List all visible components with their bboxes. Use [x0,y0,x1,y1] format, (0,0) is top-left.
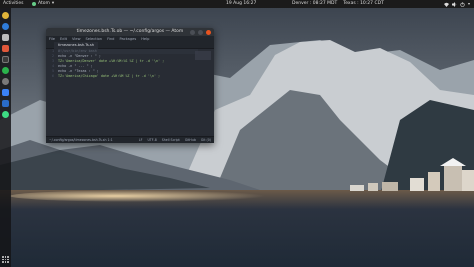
atom-app-icon [32,2,36,6]
minimize-button[interactable] [190,29,195,35]
code-content[interactable]: #!/usr/bin/env bash echo -n "Denver : " … [58,49,198,79]
close-button[interactable] [206,29,211,35]
status-bar: ~/.config/argos/timezones.bsh.Ts.sh 1:1 … [46,136,214,143]
tab-timezones[interactable]: timezones.bsh.Ts.sh [54,42,98,49]
chevron-down-icon: ▾ [51,1,55,6]
status-file-path[interactable]: ~/.config/argos/timezones.bsh.Ts.sh 1:1 [49,138,113,142]
spotify-icon[interactable] [2,67,9,74]
firefox-icon[interactable] [2,23,9,30]
android-icon[interactable] [2,111,9,118]
clock[interactable]: 19 Aug 16:27 [226,0,256,8]
status-grammar[interactable]: Shell Script [162,137,180,143]
settings-icon[interactable] [2,78,9,85]
status-encoding[interactable]: UTF-8 [147,137,156,143]
app-menu[interactable]: Atom ▾ [32,0,54,8]
code-editor[interactable]: 1 2 3 4 5 6 #!/usr/bin/env bash echo -n … [46,49,214,134]
software-icon[interactable] [2,45,9,52]
dock [0,8,11,267]
status-git[interactable]: Git (0) [201,137,211,143]
chrome-icon[interactable] [2,12,9,19]
menu-arrow-icon[interactable]: ▾ [468,0,470,8]
maximize-button[interactable] [198,29,203,35]
power-icon[interactable] [460,1,465,7]
code-line: TZ='America/Chicago' date +%H:%M %Z | tr… [58,74,161,78]
volume-icon[interactable] [451,1,457,7]
status-line-ending[interactable]: LF [139,137,143,143]
status-github[interactable]: GitHub [185,137,196,143]
minimap[interactable] [195,51,211,60]
terminal-icon[interactable] [2,56,9,63]
app-menu-label: Atom [38,1,50,6]
line-number: 6 [51,74,54,78]
tab-label: timezones.bsh.Ts.sh [58,43,95,47]
vscode-icon[interactable] [2,100,9,107]
activities-button[interactable]: Activities [3,0,24,8]
window-title: timezones.bsh.Ts.ob — ~/.config/argos — … [76,29,184,34]
window-titlebar[interactable]: timezones.bsh.Ts.ob — ~/.config/argos — … [46,28,214,36]
chat-icon[interactable] [2,89,9,96]
line-number-gutter: 1 2 3 4 5 6 [46,49,55,134]
tab-bar: timezones.bsh.Ts.sh [46,42,214,49]
show-applications-icon[interactable] [2,256,9,263]
denver-time: Denver : 08:27 MDT [292,1,338,6]
network-icon[interactable] [443,2,449,7]
atom-window[interactable]: timezones.bsh.Ts.ob — ~/.config/argos — … [46,28,214,143]
top-bar: Activities Atom ▾ 19 Aug 16:27 Denver : … [0,0,474,8]
texas-time: Texas : 10:27 CDT [343,1,384,6]
system-tray[interactable]: ▾ [443,0,470,8]
timezone-indicator[interactable]: Denver : 08:27 MDT Texas : 10:27 CDT [292,0,384,8]
files-icon[interactable] [2,34,9,41]
